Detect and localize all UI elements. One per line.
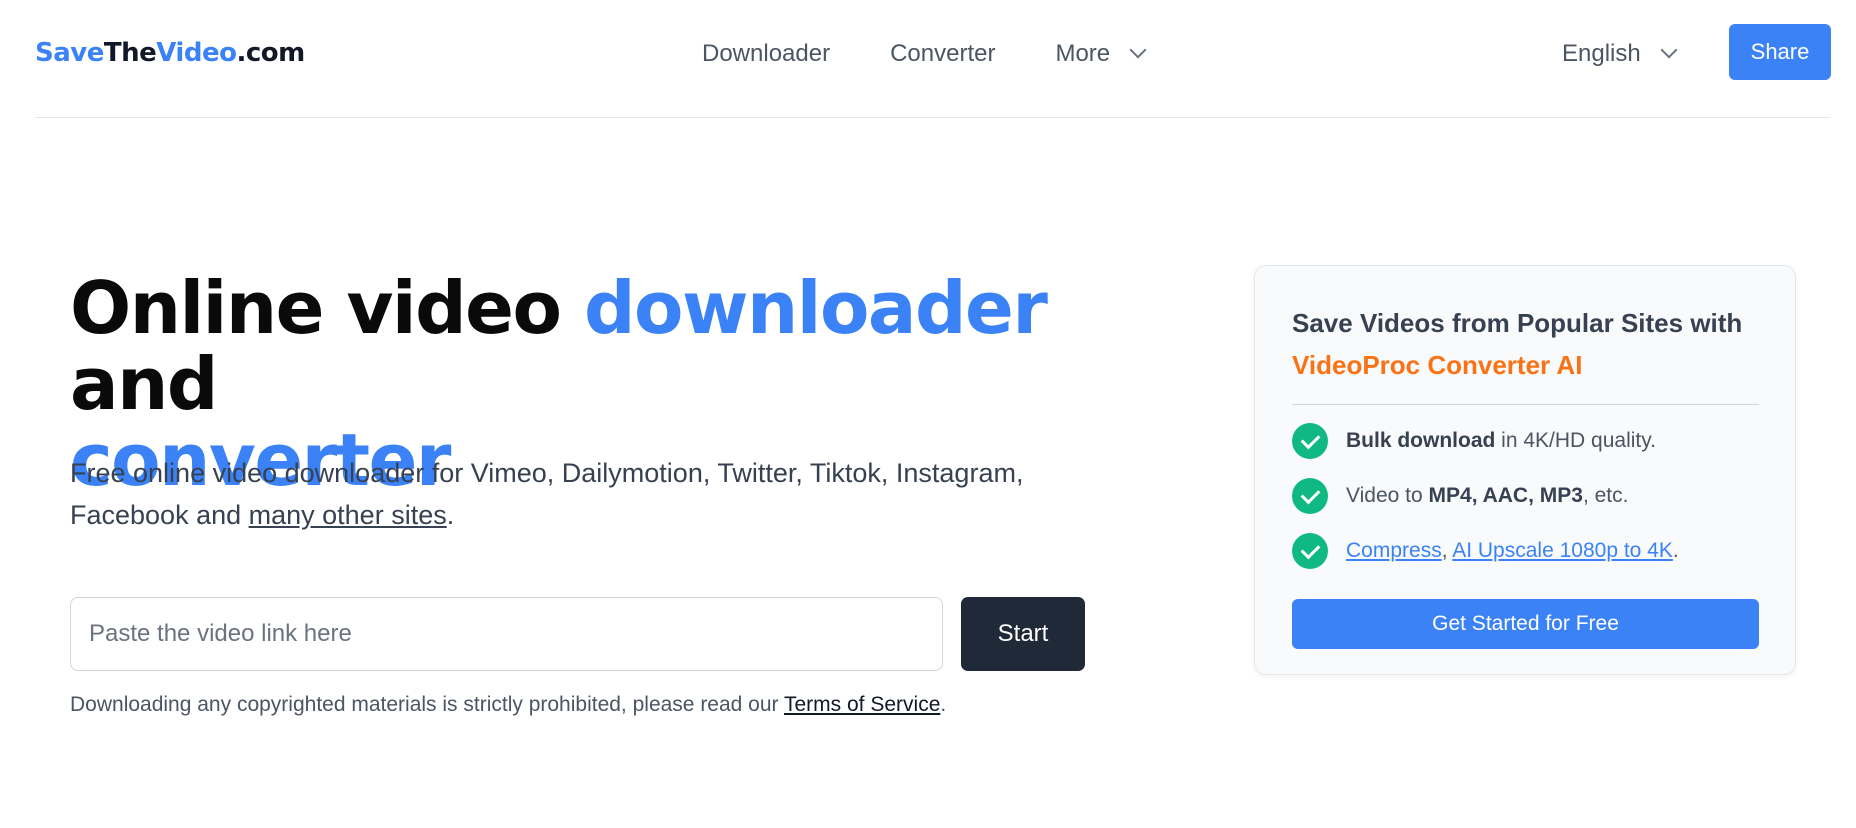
check-circle-icon xyxy=(1292,533,1328,569)
promo-title: Save Videos from Popular Sites with Vide… xyxy=(1292,302,1762,386)
chevron-down-icon xyxy=(1129,41,1147,59)
feature-bold: MP4, AAC, MP3 xyxy=(1428,484,1583,507)
nav-item-label: Converter xyxy=(890,40,996,67)
disclaimer-end: . xyxy=(940,693,947,716)
feature-text: Bulk download in 4K/HD quality. xyxy=(1346,429,1656,453)
feature-text: Video to MP4, AAC, MP3, etc. xyxy=(1346,484,1628,508)
promo-brand: VideoProc Converter AI xyxy=(1292,350,1583,380)
promo-feature-item: Video to MP4, AAC, MP3, etc. xyxy=(1292,478,1628,514)
subtitle-end: . xyxy=(446,500,455,530)
hero-title-part: Online video xyxy=(70,266,584,350)
share-button[interactable]: Share xyxy=(1729,24,1831,80)
language-selector[interactable]: English xyxy=(1562,38,1678,70)
terms-of-service-link[interactable]: Terms of Service xyxy=(784,693,940,716)
feature-separator: , xyxy=(1441,539,1453,562)
logo-text-the: The xyxy=(103,38,157,68)
hero-title-part: and xyxy=(70,342,218,426)
feature-end: . xyxy=(1672,539,1679,562)
many-other-sites-link[interactable]: many other sites xyxy=(249,500,447,530)
nav-item-label: Downloader xyxy=(702,40,831,67)
feature-prefix: Video to xyxy=(1346,484,1429,507)
hero-subtitle: Free online video downloader for Vimeo, … xyxy=(70,452,1070,536)
check-circle-icon xyxy=(1292,478,1328,514)
logo-text-com: .com xyxy=(236,38,305,68)
start-button[interactable]: Start xyxy=(961,597,1085,671)
nav-item-converter[interactable]: Converter xyxy=(890,38,995,70)
main-nav: Downloader Converter More xyxy=(702,38,1204,70)
disclaimer-text: Downloading any copyrighted materials is… xyxy=(70,693,946,717)
chevron-down-icon xyxy=(1660,41,1678,59)
nav-item-downloader[interactable]: Downloader xyxy=(702,38,830,70)
promo-feature-item: Compress, AI Upscale 1080p to 4K. xyxy=(1292,533,1679,569)
subtitle-text: Free online video downloader for Vimeo, … xyxy=(70,458,1024,530)
language-label: English xyxy=(1562,40,1641,67)
promo-card: Save Videos from Popular Sites with Vide… xyxy=(1254,265,1796,675)
site-header: SaveTheVideo.com Downloader Converter Mo… xyxy=(35,0,1831,118)
compress-link[interactable]: Compress xyxy=(1346,539,1442,562)
feature-rest: in 4K/HD quality. xyxy=(1495,429,1657,452)
check-circle-icon xyxy=(1292,423,1328,459)
ai-upscale-link[interactable]: AI Upscale 1080p to 4K xyxy=(1452,539,1673,562)
logo-text-video: Video xyxy=(156,38,237,68)
video-link-input[interactable] xyxy=(70,597,943,671)
nav-item-label: More xyxy=(1055,40,1111,67)
site-logo[interactable]: SaveTheVideo.com xyxy=(35,38,305,68)
get-started-button[interactable]: Get Started for Free xyxy=(1292,599,1759,649)
feature-bold: Bulk download xyxy=(1346,429,1496,452)
promo-feature-item: Bulk download in 4K/HD quality. xyxy=(1292,423,1656,459)
nav-item-more[interactable]: More xyxy=(1055,38,1147,70)
disclaimer-body: Downloading any copyrighted materials is… xyxy=(70,693,784,716)
hero-title-highlight: downloader xyxy=(584,266,1048,350)
promo-title-text: Save Videos from Popular Sites with xyxy=(1292,308,1743,338)
feature-rest: , etc. xyxy=(1582,484,1629,507)
feature-text: Compress, AI Upscale 1080p to 4K. xyxy=(1346,539,1679,563)
logo-text-save: Save xyxy=(35,38,104,68)
promo-divider xyxy=(1292,404,1759,405)
